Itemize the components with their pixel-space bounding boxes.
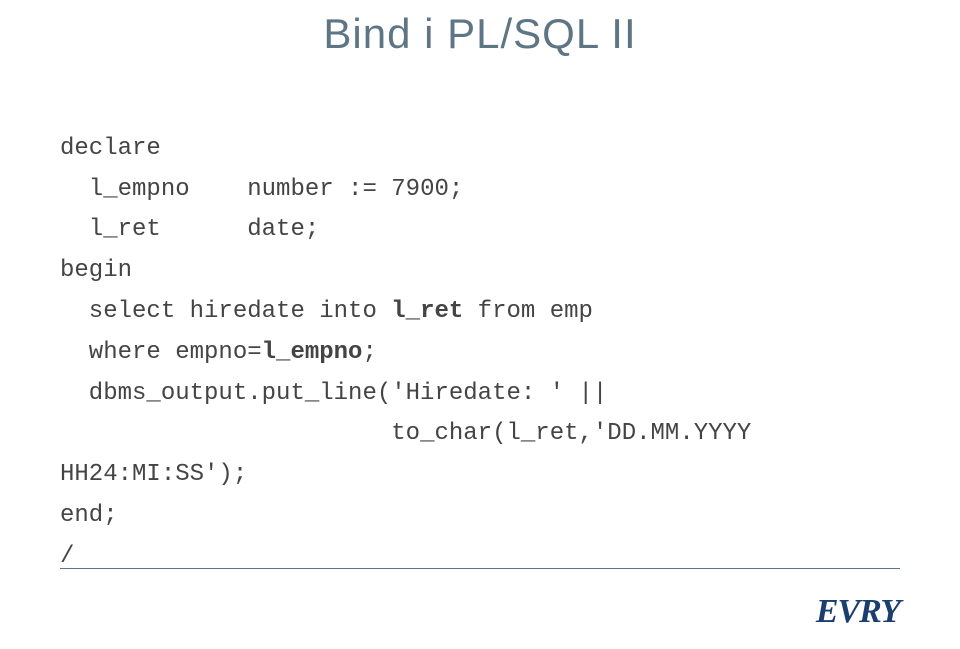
code-token: date;: [247, 216, 319, 243]
code-line: to_char(l_ret,'DD.MM.YYYY: [391, 420, 751, 447]
code-token: ;: [362, 339, 376, 366]
code-line: dbms_output.put_line('Hiredate: ' ||: [60, 380, 607, 407]
code-line: where empno=: [60, 339, 262, 366]
code-line: end;: [60, 502, 118, 529]
brand-logo: EVRY: [816, 593, 900, 631]
code-line: /: [60, 543, 74, 570]
code-token: from emp: [463, 298, 593, 325]
code-line: begin: [60, 257, 132, 284]
code-bold: l_empno: [262, 339, 363, 366]
code-bold: l_ret: [391, 298, 463, 325]
code-token: number := 7900;: [247, 176, 463, 203]
code-line: l_ret: [60, 216, 161, 243]
slide-title: Bind i PL/SQL II: [0, 0, 960, 88]
footer-divider: [60, 568, 900, 569]
code-line: declare: [60, 135, 161, 162]
code-line: HH24:MI:SS');: [60, 461, 247, 488]
code-block: declare l_empno number := 7900; l_ret da…: [0, 88, 960, 578]
code-line: select hiredate into: [60, 298, 391, 325]
code-line: l_empno: [60, 176, 190, 203]
